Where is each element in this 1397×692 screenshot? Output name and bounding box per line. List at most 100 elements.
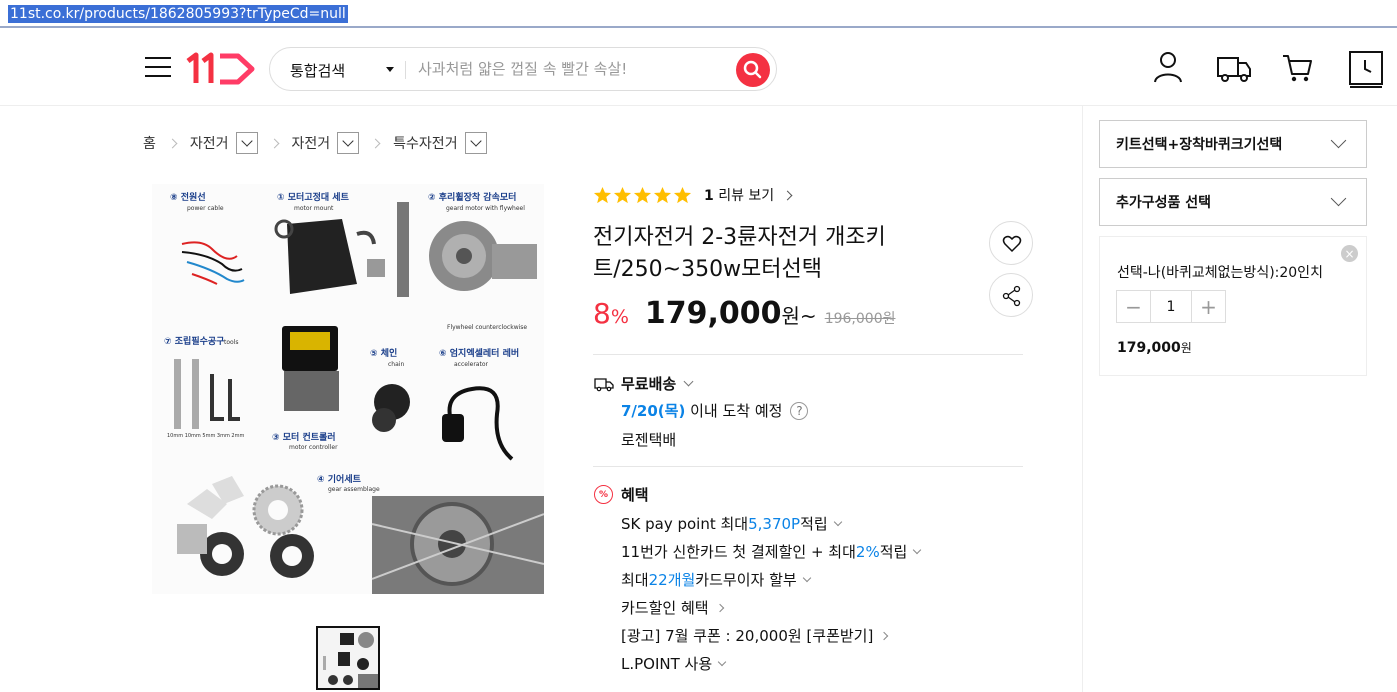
- quantity-stepper: − 1 +: [1116, 290, 1226, 323]
- svg-text:⑦ 조립필수공구: ⑦ 조립필수공구: [164, 335, 224, 347]
- chevron-right-icon: [880, 631, 889, 640]
- original-price: 196,000원: [824, 311, 896, 327]
- divider: [405, 61, 406, 79]
- address-url[interactable]: 11st.co.kr/products/1862805993?trTypeCd=…: [8, 5, 348, 23]
- chevron-right-icon: [782, 190, 793, 200]
- search-input[interactable]: [418, 56, 728, 82]
- benefit-item[interactable]: L.POINT 사용: [621, 653, 727, 674]
- benefit-header: % 혜택: [594, 484, 649, 505]
- close-icon[interactable]: ×: [1341, 245, 1358, 262]
- option-select-extra[interactable]: 추가구성품 선택: [1099, 178, 1367, 226]
- svg-text:chain: chain: [388, 361, 404, 368]
- svg-text:② 후리휠장착 감속모터: ② 후리휠장착 감속모터: [428, 191, 516, 203]
- benefit-item[interactable]: SK pay point 최대 5,370P 적립: [621, 513, 842, 534]
- search-icon: [743, 60, 762, 79]
- chevron-down-icon: [1330, 132, 1347, 149]
- svg-text:④ 기어세트: ④ 기어세트: [317, 473, 362, 485]
- help-icon[interactable]: ?: [790, 401, 809, 420]
- star-icon: [653, 186, 672, 203]
- review-link[interactable]: 1 리뷰 보기: [704, 185, 774, 205]
- breadcrumb-home[interactable]: 홈: [143, 133, 156, 153]
- option-label: 추가구성품 선택: [1116, 195, 1212, 211]
- breadcrumb-dropdown[interactable]: [464, 132, 487, 154]
- delivery-suffix: 이내 도착 예정: [690, 402, 783, 420]
- svg-text:⑧ 전원선: ⑧ 전원선: [170, 191, 206, 203]
- price-row: 8% 179,000 원~ 196,000원: [593, 296, 895, 331]
- chevron-down-icon: [833, 517, 842, 527]
- breadcrumb-item[interactable]: 특수자전거: [393, 133, 457, 153]
- product-thumbnail[interactable]: [316, 626, 380, 690]
- caret-down-icon[interactable]: [386, 67, 394, 72]
- divider: [593, 354, 1023, 355]
- star-icon: [593, 186, 612, 203]
- chevron-right-icon: [269, 138, 279, 148]
- benefit-label: 혜택: [621, 486, 649, 504]
- svg-text:geard motor with flywheel: geard motor with flywheel: [446, 205, 525, 212]
- svg-text:accelerator: accelerator: [454, 361, 488, 368]
- cart-icon[interactable]: [1282, 50, 1314, 84]
- carrier: 로젠택배: [621, 431, 677, 449]
- shipping-label: 무료배송: [621, 375, 677, 393]
- user-icon[interactable]: [1152, 50, 1184, 84]
- selected-option-name: 선택-나(바퀴교체없는방식):20인치: [1117, 265, 1323, 281]
- option-select-kit[interactable]: 키트선택+장착바퀴크기선택: [1099, 120, 1367, 168]
- recent-view-icon[interactable]: [1348, 50, 1384, 90]
- svg-text:Flywheel counterclockwise: Flywheel counterclockwise: [447, 324, 527, 331]
- svg-text:motor mount: motor mount: [294, 205, 334, 212]
- rating: 1 리뷰 보기: [593, 185, 793, 205]
- chevron-down-icon: [1330, 190, 1347, 207]
- chevron-down-icon: [802, 573, 811, 583]
- svg-text:gear assemblage: gear assemblage: [328, 486, 380, 493]
- share-button[interactable]: [989, 273, 1033, 317]
- svg-text:③ 모터 컨트롤러: ③ 모터 컨트롤러: [272, 431, 336, 443]
- breadcrumb-dropdown[interactable]: [337, 132, 360, 154]
- plus-button[interactable]: +: [1192, 291, 1225, 322]
- chevron-down-icon: [683, 376, 694, 387]
- chevron-down-icon: [913, 545, 922, 555]
- truck-icon: [594, 377, 614, 391]
- shipping-toggle[interactable]: 무료배송: [594, 373, 694, 394]
- star-icon: [633, 186, 652, 203]
- delivery-estimate: 7/20(목) 이내 도착 예정 ?: [621, 400, 809, 421]
- percent-icon: %: [594, 485, 613, 504]
- site-header: 11 통합검색: [0, 30, 1397, 106]
- menu-icon[interactable]: [145, 57, 171, 79]
- divider: [593, 466, 1023, 467]
- divider: [1082, 106, 1083, 692]
- heart-icon: [1002, 235, 1022, 253]
- chevron-right-icon: [370, 138, 381, 148]
- product-main-image[interactable]: ⑧ 전원선 power cable ① 모터고정대 세트 motor mount…: [152, 184, 545, 594]
- benefit-item[interactable]: 11번가 신한카드 첫 결제할인 + 최대 2% 적립: [621, 541, 922, 562]
- minus-button[interactable]: −: [1117, 291, 1150, 322]
- svg-text:power cable: power cable: [187, 205, 224, 212]
- search-bar: 통합검색: [269, 47, 777, 91]
- star-icon: [613, 186, 632, 203]
- star-icon: [673, 186, 692, 203]
- breadcrumb: 홈 자전거 자전거 특수자전거: [143, 131, 487, 155]
- address-bar[interactable]: 11st.co.kr/products/1862805993?trTypeCd=…: [0, 0, 1397, 28]
- search-button[interactable]: [736, 53, 770, 87]
- share-icon: [1002, 285, 1021, 307]
- discount-rate: 8%: [593, 297, 629, 330]
- wishlist-button[interactable]: [989, 221, 1033, 265]
- svg-text:10mm 10mm 5mm 3mm 2mm: 10mm 10mm 5mm 3mm 2mm: [167, 433, 244, 439]
- svg-text:motor controller: motor controller: [289, 444, 338, 451]
- quantity-value[interactable]: 1: [1150, 291, 1192, 322]
- chevron-down-icon: [717, 657, 727, 667]
- chevron-right-icon: [715, 603, 724, 612]
- search-category[interactable]: 통합검색: [290, 60, 345, 81]
- svg-text:⑤ 체인: ⑤ 체인: [370, 347, 397, 359]
- benefit-item[interactable]: 최대 22개월 카드무이자 할부: [621, 569, 811, 590]
- breadcrumb-item[interactable]: 자전거: [190, 133, 229, 153]
- sale-price: 179,000: [644, 296, 782, 331]
- delivery-truck-icon[interactable]: [1216, 50, 1252, 84]
- price-unit: 원~: [781, 304, 817, 328]
- breadcrumb-dropdown[interactable]: [235, 132, 258, 154]
- benefit-item[interactable]: 카드할인 혜택: [621, 597, 724, 618]
- svg-text:① 모터고정대 세트: ① 모터고정대 세트: [277, 191, 350, 203]
- breadcrumb-item[interactable]: 자전거: [292, 133, 331, 153]
- logo[interactable]: 11: [186, 52, 258, 90]
- svg-text:⑥ 엄지엑셀레터 레버: ⑥ 엄지엑셀레터 레버: [439, 347, 519, 359]
- product-title: 전기자전거 2-3륜자전거 개조키트/250~350w모터선택: [593, 225, 886, 282]
- benefit-item[interactable]: [광고] 7월 쿠폰 : 20,000원 [쿠폰받기]: [621, 625, 889, 646]
